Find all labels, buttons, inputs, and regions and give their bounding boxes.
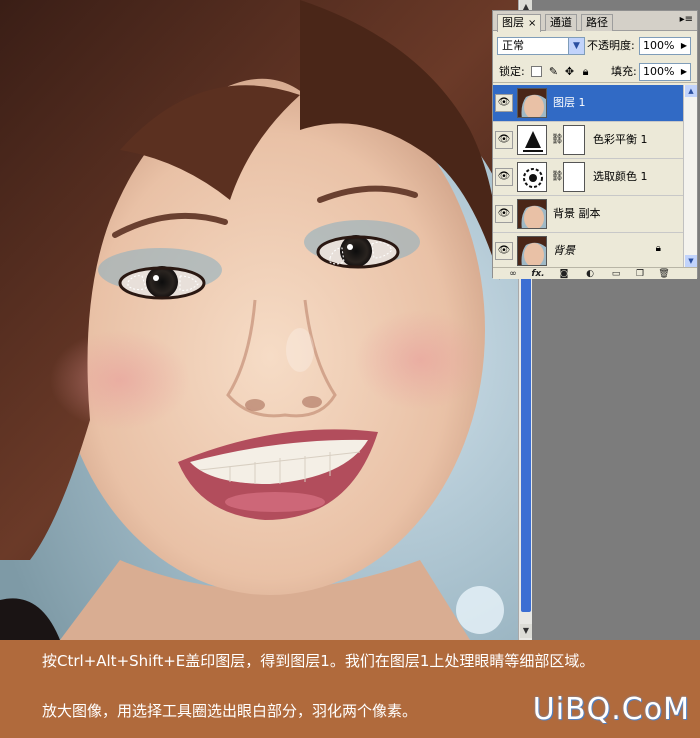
caption-line-1: 按Ctrl+Alt+Shift+E盖印图层，得到图层1。我们在图层1上处理眼睛等…: [42, 652, 595, 670]
trash-icon[interactable]: 🗑︎: [657, 268, 671, 280]
layer-name: 选取颜色 1: [593, 170, 648, 183]
scroll-thumb[interactable]: [521, 272, 531, 612]
lock-move-icon[interactable]: ✥: [563, 65, 576, 78]
opacity-arrow-icon[interactable]: ▶: [678, 38, 690, 54]
layer-name: 色彩平衡 1: [593, 133, 648, 146]
fill-arrow-icon[interactable]: ▶: [678, 64, 690, 80]
layer-mask-thumbnail[interactable]: [563, 125, 585, 155]
scroll-down-icon[interactable]: ▼: [520, 624, 532, 638]
lock-label: 锁定:: [499, 65, 525, 78]
close-icon[interactable]: ×: [528, 18, 536, 29]
tab-layers[interactable]: 图层 ×: [497, 14, 542, 32]
color-balance-icon: [517, 125, 547, 155]
selective-color-icon: [517, 162, 547, 192]
panel-footer: ∞ fx. ◙ ◐ ▭ ❐ 🗑︎: [493, 267, 697, 279]
tab-paths[interactable]: 路径: [581, 14, 613, 31]
layer-row-selective-color[interactable]: 👁︎ ⛓︎ 选取颜色 1: [493, 159, 683, 196]
fill-value: 100%: [643, 65, 675, 78]
portrait-photo: [0, 0, 520, 640]
tab-channels[interactable]: 通道: [545, 14, 577, 31]
fill-label: 填充:: [611, 65, 637, 78]
document-canvas[interactable]: [0, 0, 520, 640]
layer-thumbnail: [517, 88, 547, 118]
eye-icon[interactable]: 👁︎: [495, 94, 513, 112]
layer-list: 👁︎ 图层 1 👁︎ ⛓︎ 色彩平衡 1 👁︎ ⛓︎ 选取颜色 1 👁︎ 背景 …: [493, 85, 683, 267]
tab-channels-label: 通道: [550, 16, 572, 29]
opacity-input[interactable]: 100% ▶: [639, 37, 691, 55]
scroll-up-icon[interactable]: ▲: [685, 85, 697, 97]
eye-icon[interactable]: 👁︎: [495, 168, 513, 186]
scroll-down-icon[interactable]: ▼: [685, 255, 697, 267]
lock-brush-icon[interactable]: ✎: [547, 65, 560, 78]
eye-icon[interactable]: 👁︎: [495, 131, 513, 149]
blend-mode-select[interactable]: 正常 ▼: [497, 37, 585, 55]
lock-row: 锁定: ✎ ✥ 🔒︎ 填充: 100% ▶: [493, 61, 697, 83]
new-layer-icon[interactable]: ❐: [633, 268, 647, 280]
layer-row-layer1[interactable]: 👁︎ 图层 1: [493, 85, 683, 122]
opacity-label: 不透明度:: [587, 39, 635, 52]
layer-name: 背景: [553, 244, 575, 257]
caption-line-2: 放大图像，用选择工具圈选出眼白部分，羽化两个像素。: [42, 702, 418, 720]
lock-all-icon[interactable]: 🔒︎: [579, 65, 592, 78]
lock-transparent-icon[interactable]: [531, 66, 542, 77]
layer-thumbnail: [517, 199, 547, 229]
eye-icon[interactable]: 👁︎: [495, 242, 513, 260]
layer-name: 背景 副本: [553, 207, 601, 220]
layers-panel: 图层 × 通道 路径 ▸≡ 正常 ▼ 不透明度: 100% ▶ 锁定: ✎ ✥ 🔒…: [492, 10, 698, 279]
link-icon[interactable]: ⛓︎: [551, 134, 564, 145]
eye-icon[interactable]: 👁︎: [495, 205, 513, 223]
add-mask-icon[interactable]: ◙: [557, 268, 571, 280]
chevron-down-icon: ▼: [568, 38, 584, 54]
tab-layers-label: 图层: [502, 16, 524, 29]
lock-icon: 🔒︎: [655, 243, 661, 254]
panel-tabs: 图层 × 通道 路径 ▸≡: [493, 11, 697, 32]
layer-name: 图层 1: [553, 96, 586, 109]
fx-icon[interactable]: fx.: [529, 268, 547, 280]
layer-row-background[interactable]: 👁︎ 背景 🔒︎: [493, 233, 683, 267]
link-layers-icon[interactable]: ∞: [505, 268, 521, 280]
layer-mask-thumbnail[interactable]: [563, 162, 585, 192]
layer-row-color-balance[interactable]: 👁︎ ⛓︎ 色彩平衡 1: [493, 122, 683, 159]
blend-mode-value: 正常: [502, 39, 524, 52]
panel-menu-icon[interactable]: ▸≡: [680, 13, 693, 27]
adjustment-icon[interactable]: ◐: [583, 268, 597, 280]
tab-paths-label: 路径: [586, 16, 608, 29]
site-watermark: UiBQ.CoM: [532, 692, 690, 727]
layer-list-scrollbar[interactable]: ▲ ▼: [683, 85, 697, 267]
tutorial-caption: 按Ctrl+Alt+Shift+E盖印图层，得到图层1。我们在图层1上处理眼睛等…: [0, 640, 700, 738]
folder-icon[interactable]: ▭: [609, 268, 623, 280]
fill-input[interactable]: 100% ▶: [639, 63, 691, 81]
layer-thumbnail: [517, 236, 547, 266]
opacity-value: 100%: [643, 39, 675, 52]
layer-row-background-copy[interactable]: 👁︎ 背景 副本: [493, 196, 683, 233]
blend-row: 正常 ▼ 不透明度: 100% ▶: [493, 35, 697, 57]
link-icon[interactable]: ⛓︎: [551, 171, 564, 182]
